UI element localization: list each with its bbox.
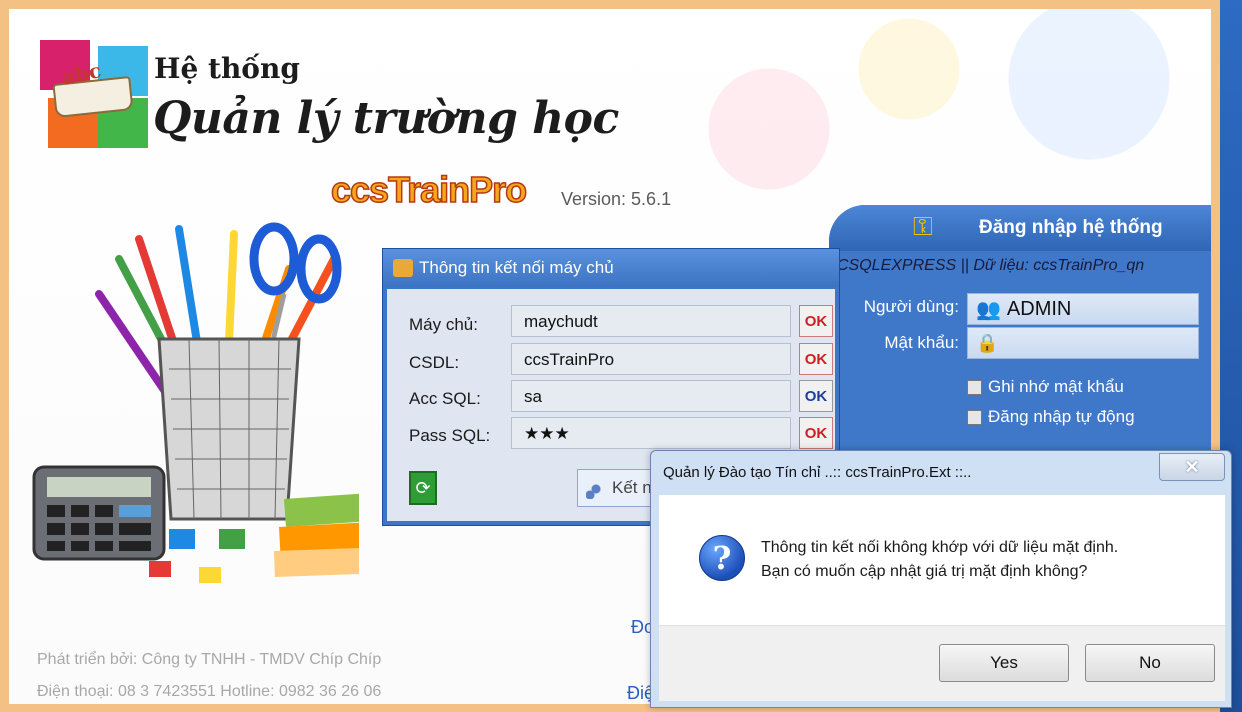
- app-title-big: Quản lý trường học: [153, 93, 619, 144]
- auto-login-label: Đăng nhập tự động: [988, 407, 1135, 426]
- version-label: Version: 5.6.1: [561, 189, 672, 209]
- server-label: Máy chủ:: [409, 315, 478, 334]
- login-title: Đăng nhập hệ thống: [979, 217, 1163, 238]
- refresh-icon: ⟳: [415, 477, 431, 498]
- refresh-button[interactable]: ⟳: [409, 471, 437, 505]
- brand-logo-text: ccsTrainPro: [330, 168, 528, 211]
- key-icon: ⚿: [913, 211, 933, 241]
- database-ok-button[interactable]: OK: [799, 343, 833, 375]
- sql-password-label: Pass SQL:: [409, 426, 491, 445]
- message-line-1: Thông tin kết nối không khớp với dữ liệu…: [761, 539, 1119, 556]
- users-icon: 👥: [976, 298, 1001, 321]
- server-dialog-title: Thông tin kết nối máy chủ: [419, 258, 614, 277]
- checkbox-box: [967, 379, 982, 395]
- confirm-message-box: Quản lý Đào tạo Tín chỉ ..:: ccsTrainPro…: [650, 450, 1232, 708]
- message-box-title: Quản lý Đào tạo Tín chỉ ..:: ccsTrainPro…: [663, 464, 972, 481]
- yes-button[interactable]: Yes: [939, 644, 1069, 682]
- sql-password-ok-button[interactable]: OK: [799, 417, 833, 449]
- checkbox-box: [967, 409, 982, 425]
- message-box-footer: Yes No: [659, 625, 1225, 701]
- user-value: ADMIN: [1006, 297, 1072, 320]
- database-icon: [393, 259, 413, 277]
- auto-login-checkbox[interactable]: Đăng nhập tự động: [967, 407, 1135, 427]
- remember-password-label: Ghi nhớ mật khẩu: [988, 377, 1124, 396]
- no-button[interactable]: No: [1085, 644, 1215, 682]
- sql-password-input[interactable]: ★★★: [511, 417, 791, 449]
- app-title-small: Hệ thống: [154, 52, 300, 85]
- lock-icon: 🔒: [976, 332, 999, 353]
- sql-account-input[interactable]: sa: [511, 380, 791, 412]
- developer-info: Phát triển bởi: Công ty TNHH - TMDV Chíp…: [37, 651, 382, 668]
- school-logo: abc: [40, 40, 150, 150]
- database-label: CSDL:: [409, 353, 460, 372]
- sql-account-label: Acc SQL:: [409, 389, 481, 408]
- network-icon: [586, 479, 606, 499]
- close-button[interactable]: ✕: [1159, 453, 1225, 481]
- user-label: Người dùng:: [863, 297, 959, 316]
- server-ok-button[interactable]: OK: [799, 305, 833, 337]
- message-line-2: Bạn có muốn cập nhật giá trị mặt định kh…: [761, 563, 1088, 580]
- login-header: ⚿ Đăng nhập hệ thống: [829, 205, 1211, 251]
- phone-info: Điện thoại: 08 3 7423551 Hotline: 0982 3…: [37, 683, 382, 700]
- question-icon: ?: [699, 535, 745, 581]
- server-dialog-header: Thông tin kết nối máy chủ: [383, 249, 839, 287]
- database-input[interactable]: ccsTrainPro: [511, 343, 791, 375]
- password-label: Mật khẩu:: [884, 333, 959, 352]
- close-icon: ✕: [1184, 456, 1200, 477]
- user-field[interactable]: 👥 ADMIN: [967, 293, 1199, 325]
- sql-account-ok-button[interactable]: OK: [799, 380, 833, 412]
- server-input[interactable]: maychudt: [511, 305, 791, 337]
- remember-password-checkbox[interactable]: Ghi nhớ mật khẩu: [967, 377, 1124, 397]
- password-field[interactable]: 🔒: [967, 327, 1199, 359]
- message-box-body: ? Thông tin kết nối không khớp với dữ li…: [659, 495, 1225, 625]
- connection-info: CSQLEXPRESS || Dữ liệu: ccsTrainPro_qn: [837, 257, 1145, 274]
- stationery-illustration: [32, 222, 359, 583]
